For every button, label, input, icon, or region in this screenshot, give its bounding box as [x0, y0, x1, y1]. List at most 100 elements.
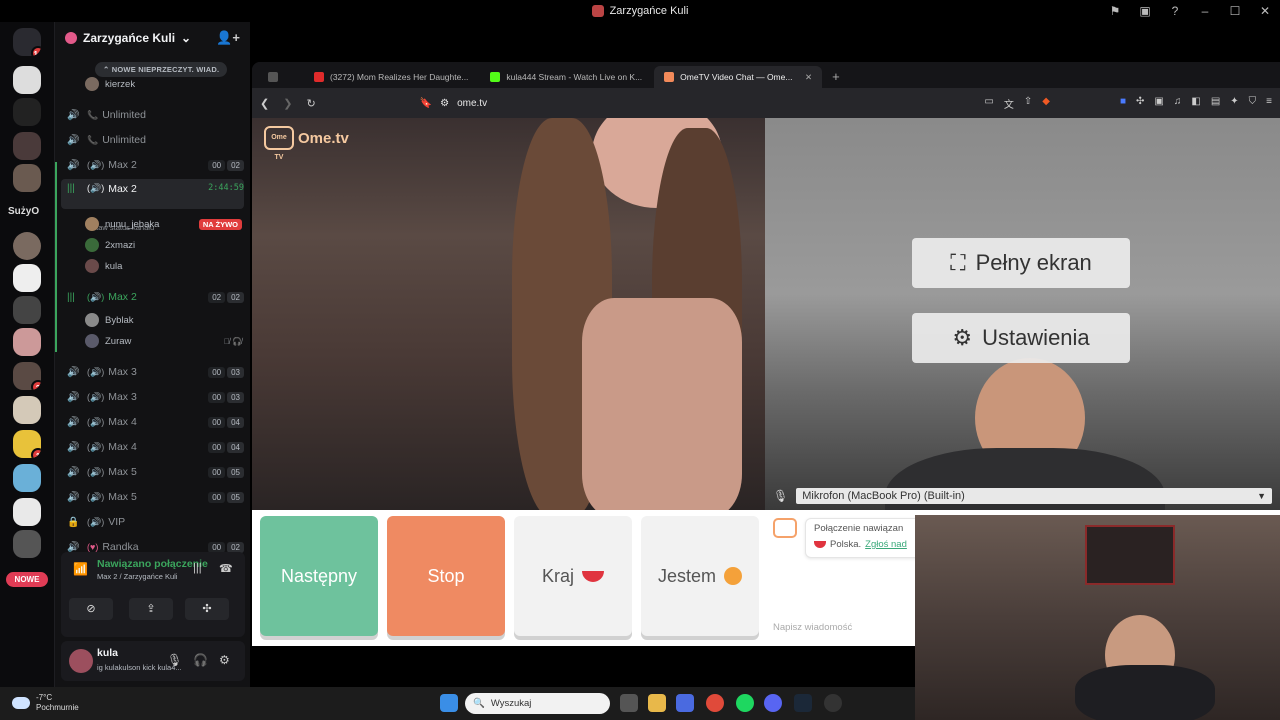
- country-button[interactable]: Kraj: [514, 516, 632, 636]
- obs-icon[interactable]: [824, 694, 842, 712]
- voice-channel[interactable]: 🔊 (🔊) Max 3 00 03: [61, 361, 244, 383]
- steam-icon[interactable]: [794, 694, 812, 712]
- server-icon[interactable]: [13, 66, 41, 94]
- noise-suppression-icon[interactable]: |||: [193, 562, 202, 574]
- file-explorer-icon[interactable]: [648, 694, 666, 712]
- voice-channel[interactable]: 🔊 (🔊) Max 5 00 05: [61, 461, 244, 483]
- user-item[interactable]: kierzek: [85, 74, 242, 94]
- reload-icon[interactable]: ↻: [306, 97, 315, 110]
- user-item[interactable]: kula: [85, 256, 242, 276]
- new-tab-button[interactable]: +: [824, 66, 848, 88]
- taskbar-search[interactable]: 🔍 Wyszukaj: [465, 693, 610, 714]
- server-icon[interactable]: [13, 232, 41, 260]
- server-icon[interactable]: [13, 530, 41, 558]
- chat-input[interactable]: Napisz wiadomość: [773, 622, 852, 633]
- vpn-icon[interactable]: ⛉: [1249, 96, 1257, 111]
- server-icon[interactable]: [13, 296, 41, 324]
- extension-icon[interactable]: ■: [1120, 96, 1126, 111]
- voice-channel-active[interactable]: ||| (🔊) Max 2 2:44:59: [61, 179, 244, 209]
- chrome-icon[interactable]: [706, 694, 724, 712]
- share-icon[interactable]: ⇧: [1024, 96, 1032, 111]
- server-icon[interactable]: [13, 264, 41, 292]
- tab-ometv[interactable]: OmeTV Video Chat — Ome... ✕: [654, 66, 823, 88]
- user-item[interactable]: 2xmazi: [85, 235, 242, 255]
- inbox-icon[interactable]: ⚑: [1108, 4, 1122, 18]
- spotify-icon[interactable]: [736, 694, 754, 712]
- server-header[interactable]: Zarzygańce Kuli ⌄ 👤+: [55, 22, 250, 54]
- voice-channel[interactable]: 🔊 📞 Unlimited: [61, 104, 244, 126]
- help-icon[interactable]: ?: [1168, 4, 1182, 18]
- puzzle-icon[interactable]: ✣: [1136, 96, 1144, 111]
- cast-icon[interactable]: ▭: [984, 96, 993, 111]
- forward-icon[interactable]: ❯: [283, 97, 292, 110]
- next-button[interactable]: Następny: [260, 516, 378, 636]
- user-item[interactable]: Zuraw 🎙̸ 🎧̸: [85, 331, 242, 351]
- settings-button[interactable]: ⚙ Ustawienia: [912, 313, 1130, 363]
- url-field[interactable]: 🔖 ⚙ ome.tv: [420, 98, 487, 109]
- server-icon[interactable]: [13, 498, 41, 526]
- report-link[interactable]: Zgłoś nad: [865, 539, 907, 550]
- user-item[interactable]: nunu_jebaka NA ŻYWO: [85, 214, 242, 234]
- voice-channel[interactable]: ||| (🔊) Max 2 02 02: [61, 286, 244, 308]
- server-icon[interactable]: [13, 164, 41, 192]
- close-tab-icon[interactable]: ✕: [805, 72, 812, 83]
- voice-channel[interactable]: 🔊 📞 Unlimited: [61, 129, 244, 151]
- camera-off-button[interactable]: ⊘: [69, 598, 113, 620]
- leo-icon[interactable]: ✦: [1230, 96, 1238, 111]
- url-text[interactable]: ome.tv: [457, 98, 487, 109]
- screen-share-button[interactable]: ⇪: [129, 598, 173, 620]
- headphones-icon[interactable]: 🎧: [193, 653, 208, 667]
- server-icon[interactable]: [13, 396, 41, 424]
- add-user-icon[interactable]: 👤+: [216, 30, 240, 46]
- task-view-icon[interactable]: [620, 694, 638, 712]
- server-icon[interactable]: 2: [13, 362, 41, 390]
- maximize-button[interactable]: ☐: [1228, 4, 1242, 18]
- wallet-icon[interactable]: ▤: [1211, 96, 1220, 111]
- windows-start-icon[interactable]: [440, 694, 458, 712]
- voice-channel[interactable]: 🔊 (🔊) Max 5 00 05: [61, 486, 244, 508]
- voice-channel-path[interactable]: Max 2 / Zarzygańce Kuli: [97, 572, 177, 581]
- tab-kick[interactable]: kula444 Stream - Watch Live on K...: [480, 66, 652, 88]
- voice-channel[interactable]: 🔊 (🔊) Max 4 00 04: [61, 411, 244, 433]
- back-icon[interactable]: ❮: [260, 97, 269, 110]
- server-icon[interactable]: [13, 98, 41, 126]
- store-icon[interactable]: [676, 694, 694, 712]
- wallet-icon[interactable]: ▣: [1154, 96, 1163, 111]
- server-icon[interactable]: [13, 328, 41, 356]
- sidebar-icon[interactable]: ◧: [1191, 96, 1200, 111]
- server-label[interactable]: SużyO: [8, 206, 39, 217]
- close-button[interactable]: ✕: [1258, 4, 1272, 18]
- activities-button[interactable]: ✣: [185, 598, 229, 620]
- voice-status[interactable]: Nawiązano połączenie: [97, 558, 208, 570]
- weather-widget[interactable]: -7°C Pochmurnie: [12, 693, 79, 713]
- gender-button[interactable]: Jestem: [641, 516, 759, 636]
- translate-icon[interactable]: 文: [1004, 96, 1014, 111]
- tab-pinned[interactable]: [258, 66, 302, 88]
- voice-channel[interactable]: 🔊 (🔊) Max 3 00 03: [61, 386, 244, 408]
- tab-youtube[interactable]: (3272) Mom Realizes Her Daughte...: [304, 66, 478, 88]
- stop-button[interactable]: Stop: [387, 516, 505, 636]
- site-info-icon[interactable]: ⚙: [440, 98, 449, 109]
- home-discord-icon[interactable]: 14: [13, 28, 41, 56]
- voice-channel[interactable]: 🔊 (🔊) Max 2 00 02: [61, 154, 244, 176]
- microphone-icon[interactable]: 🎙: [167, 653, 182, 667]
- music-icon[interactable]: ♫: [1174, 96, 1182, 111]
- server-icon[interactable]: [13, 132, 41, 160]
- screen-share-icon[interactable]: ▣: [1138, 4, 1152, 18]
- fullscreen-button[interactable]: ⛶ Pełny ekran: [912, 238, 1130, 288]
- gear-icon[interactable]: ⚙: [219, 653, 230, 667]
- minimize-button[interactable]: –: [1198, 4, 1212, 18]
- bookmark-icon[interactable]: 🔖: [420, 98, 432, 109]
- user-name[interactable]: kula: [97, 647, 118, 659]
- avatar[interactable]: [69, 649, 93, 673]
- discord-icon[interactable]: [764, 694, 782, 712]
- menu-icon[interactable]: ≡: [1266, 96, 1272, 111]
- user-item[interactable]: Byblak: [85, 310, 242, 330]
- disconnect-icon[interactable]: ☎: [219, 562, 233, 575]
- server-icon[interactable]: [13, 464, 41, 492]
- microphone-select[interactable]: Mikrofon (MacBook Pro) (Built-in) ▼: [796, 488, 1272, 504]
- voice-channel[interactable]: 🔊 (🔊) Max 4 00 04: [61, 436, 244, 458]
- voice-channel[interactable]: 🔒 (🔊) VIP: [61, 511, 244, 533]
- brave-shield-icon[interactable]: ◆: [1042, 96, 1050, 111]
- server-icon[interactable]: 1: [13, 430, 41, 458]
